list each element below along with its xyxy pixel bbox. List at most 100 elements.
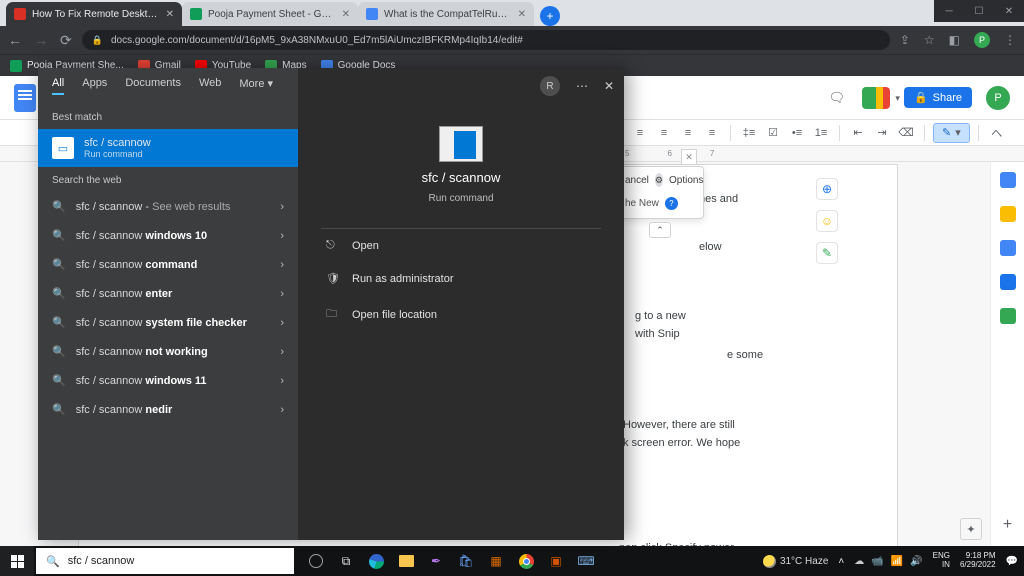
menu-icon[interactable]: ⋮ [1004,33,1016,47]
align-right-button[interactable]: ≡ [678,123,698,143]
numbered-list-button[interactable]: 1≡ [811,123,831,143]
meet-now-icon[interactable]: 📹 [871,556,883,567]
help-icon[interactable]: ? [665,197,678,210]
align-justify-button[interactable]: ≡ [702,123,722,143]
extension-icon[interactable]: ◧ [949,33,960,47]
account-avatar[interactable]: P [986,86,1010,110]
gear-icon[interactable]: ⚙ [655,173,663,187]
ruler-tick: 6 [667,149,671,158]
web-result-item[interactable]: 🔍sfc / scannow - See web results› [38,192,298,221]
task-view-button[interactable]: ⧉ [334,549,358,573]
maps-icon[interactable] [1000,308,1016,324]
add-comment-button[interactable]: ⊕ [816,178,838,200]
omnibox[interactable]: 🔒 docs.google.com/document/d/16pM5_9xA38… [82,30,890,50]
calendar-icon[interactable] [1000,172,1016,188]
maximize-button[interactable]: ☐ [964,0,994,22]
notifications-button[interactable]: 💬 [1006,556,1018,567]
get-addons-button[interactable]: + [1003,516,1012,534]
options-label[interactable]: Options [669,175,703,186]
web-result-item[interactable]: 🔍sfc / scannow system file checker› [38,308,298,337]
onedrive-icon[interactable]: ☁ [854,556,864,567]
line-spacing-button[interactable]: ‡≡ [739,123,759,143]
browser-tab-2[interactable]: What is the CompatTelRunner - G ✕ [358,2,534,26]
checklist-button[interactable]: ☑ [763,123,783,143]
taskbar-app-chrome[interactable] [514,549,538,573]
filter-tab-web[interactable]: Web [199,77,221,95]
star-icon[interactable]: ☆ [924,33,935,47]
best-match-result[interactable]: ▭ sfc / scannow Run command [38,129,298,167]
close-panel-button[interactable]: ✕ [604,79,614,93]
emoji-reaction-button[interactable]: ☺ [816,210,838,232]
web-result-item[interactable]: 🔍sfc / scannow enter› [38,279,298,308]
web-result-text: sfc / scannow nedir [76,404,271,416]
start-button[interactable] [0,546,34,576]
taskbar-app-lightshot[interactable]: ✒ [424,549,448,573]
increase-indent-button[interactable]: ⇥ [872,123,892,143]
minimize-button[interactable]: ─ [934,0,964,22]
user-badge[interactable]: R [540,76,560,96]
browser-tab-0[interactable]: How To Fix Remote Desktop Blac ✕ [6,2,182,26]
editing-mode-button[interactable]: ✎ ▾ [933,123,970,143]
tray-expand-button[interactable]: ˄ [838,556,844,567]
close-window-button[interactable]: ✕ [994,0,1024,22]
taskbar-app-powerpoint[interactable]: ▣ [544,549,568,573]
reload-button[interactable]: ⟳ [60,32,72,49]
wifi-icon[interactable]: 📶 [891,556,903,567]
clock[interactable]: 9:18 PM 6/29/2022 [960,552,996,570]
web-result-item[interactable]: 🔍sfc / scannow command› [38,250,298,279]
share-icon[interactable]: ⇪ [900,33,910,47]
web-result-item[interactable]: 🔍sfc / scannow nedir› [38,395,298,424]
collapse-toolbar-button[interactable]: ヘ [987,123,1007,143]
web-result-item[interactable]: 🔍sfc / scannow windows 11› [38,366,298,395]
clear-formatting-button[interactable]: ⌫ [896,123,916,143]
align-center-button[interactable]: ≡ [654,123,674,143]
browser-tab-1[interactable]: Pooja Payment Sheet - Google Sh ✕ [182,2,358,26]
language-indicator[interactable]: ENG IN [933,552,950,570]
close-icon[interactable]: ✕ [342,9,350,20]
explore-button[interactable]: ✦ [960,518,982,540]
filter-tab-more[interactable]: More ▾ [239,77,273,96]
web-result-item[interactable]: 🔍sfc / scannow not working› [38,337,298,366]
action-run-as-admin[interactable]: 🛡 Run as administrator [298,262,624,295]
tray-icons: ☁ 📹 📶 🔊 [854,556,922,567]
close-icon[interactable]: ✕ [166,9,174,20]
cortana-button[interactable] [304,549,328,573]
share-button[interactable]: 🔒 Share [904,87,972,108]
run-command-icon: ▭ [52,137,74,159]
tab-title: What is the CompatTelRunner - G [384,9,512,20]
bulleted-list-button[interactable]: •≡ [787,123,807,143]
taskbar-app-terminal[interactable]: ⌨ [574,549,598,573]
docs-logo-icon[interactable] [14,84,36,112]
new-tab-button[interactable]: + [540,6,560,26]
contacts-icon[interactable] [1000,274,1016,290]
search-icon: 🔍 [52,287,66,300]
taskbar-app-explorer[interactable] [394,549,418,573]
taskbar-app-store[interactable]: 🛍 [454,549,478,573]
close-icon[interactable]: ✕ [681,149,697,165]
chevron-up-icon[interactable]: ⌃ [649,222,671,238]
web-result-item[interactable]: 🔍sfc / scannow windows 10› [38,221,298,250]
weather-widget[interactable]: 31°C Haze [763,555,828,568]
forward-button[interactable]: → [34,32,48,49]
action-open[interactable]: ⎋ Open [298,229,624,262]
taskbar-app-office[interactable]: ▦ [484,549,508,573]
decrease-indent-button[interactable]: ⇤ [848,123,868,143]
more-options-button[interactable]: ⋯ [576,79,588,93]
taskbar-app-edge[interactable] [364,549,388,573]
profile-avatar[interactable]: P [974,32,990,48]
suggest-edits-button[interactable]: ✎ [816,242,838,264]
action-open-location[interactable]: 🗀 Open file location [298,295,624,334]
tasks-icon[interactable] [1000,240,1016,256]
comment-history-icon[interactable]: 🗨 [826,87,848,109]
filter-tab-documents[interactable]: Documents [125,77,181,95]
close-icon[interactable]: ✕ [518,9,526,20]
volume-icon[interactable]: 🔊 [910,556,922,567]
keep-icon[interactable] [1000,206,1016,222]
filter-tab-apps[interactable]: Apps [82,77,107,95]
taskbar-search-input[interactable]: 🔍 sfc / scannow [36,548,294,574]
window-controls: ─ ☐ ✕ [934,0,1024,22]
meet-button[interactable]: ▾ [862,87,890,109]
filter-tab-all[interactable]: All [52,77,64,95]
back-button[interactable]: ← [8,32,22,49]
align-left-button[interactable]: ≡ [630,123,650,143]
